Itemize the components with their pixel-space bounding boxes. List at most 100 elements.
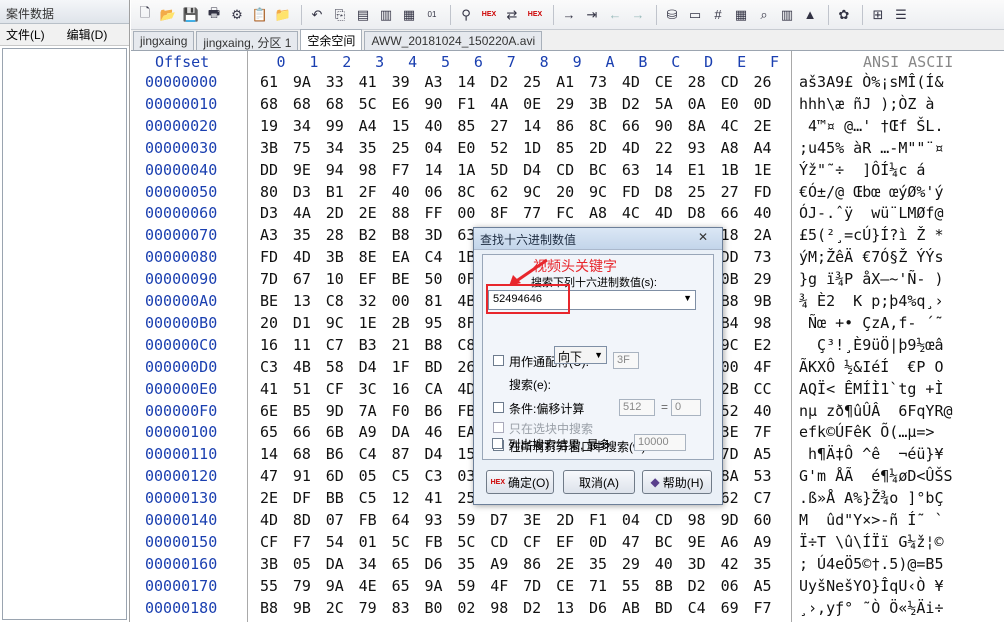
hex-byte[interactable]: 06: [718, 577, 742, 595]
hex-byte[interactable]: 51: [290, 380, 314, 398]
hex-byte[interactable]: 25: [389, 139, 413, 157]
hash-icon[interactable]: #: [708, 5, 728, 25]
hex-byte[interactable]: 98: [487, 599, 511, 617]
ascii-text[interactable]: AQÏ< ÊMÍÌ1`tg +Ì: [799, 380, 944, 398]
hex-byte[interactable]: 79: [290, 577, 314, 595]
hex-byte[interactable]: 0A: [685, 95, 709, 113]
hex-byte[interactable]: 8C: [454, 183, 478, 201]
hex-byte[interactable]: 2E: [356, 204, 380, 222]
chevron-down-icon[interactable]: ▼: [683, 293, 692, 303]
hex-byte[interactable]: 99: [323, 117, 347, 135]
hex-byte[interactable]: 73: [586, 73, 610, 91]
selection-only-checkbox[interactable]: [493, 422, 504, 433]
hex-byte[interactable]: 64: [389, 511, 413, 529]
hex-byte[interactable]: 27: [718, 183, 742, 201]
ascii-text[interactable]: Ýž"˜÷ ]ÔÍ¼c á: [799, 161, 925, 179]
back-icon[interactable]: ←: [605, 5, 625, 25]
hex-byte[interactable]: FB: [356, 511, 380, 529]
hex-byte[interactable]: D3: [290, 183, 314, 201]
ascii-text[interactable]: }g ï¾P åX–~'Ñ- ): [799, 270, 944, 288]
menu-file[interactable]: 文件(L): [6, 26, 45, 43]
hex-byte[interactable]: 0D: [586, 533, 610, 551]
hex-byte[interactable]: 73: [751, 248, 775, 266]
hex-byte[interactable]: 90: [652, 117, 676, 135]
hex-byte[interactable]: DF: [290, 489, 314, 507]
hex-byte[interactable]: 2A: [751, 226, 775, 244]
hex-byte[interactable]: C8: [323, 292, 347, 310]
hex-byte[interactable]: C4: [356, 445, 380, 463]
ascii-text[interactable]: hhh\æ ñJ );ÒZ à: [799, 95, 934, 113]
hex-byte[interactable]: 94: [323, 161, 347, 179]
hex-byte[interactable]: 59: [454, 577, 478, 595]
hex-byte[interactable]: D2: [619, 95, 643, 113]
hex-byte[interactable]: 41: [422, 489, 446, 507]
hex-byte[interactable]: BD: [652, 599, 676, 617]
hex-byte[interactable]: 35: [356, 139, 380, 157]
hex-byte[interactable]: 9C: [586, 183, 610, 201]
hex-byte[interactable]: 98: [356, 161, 380, 179]
hex-byte[interactable]: 3B: [257, 555, 281, 573]
paste-hex-icon[interactable]: ▦: [399, 5, 419, 25]
hex-byte[interactable]: 46: [422, 423, 446, 441]
window-grid-icon[interactable]: ⊞: [868, 5, 888, 25]
hex-byte[interactable]: 4B: [290, 358, 314, 376]
hex-byte[interactable]: 12: [389, 489, 413, 507]
hex-byte[interactable]: D7: [487, 511, 511, 529]
hex-byte[interactable]: EF: [553, 533, 577, 551]
forward-icon[interactable]: →: [628, 5, 648, 25]
hex-byte[interactable]: 2E: [257, 489, 281, 507]
hex-byte[interactable]: 85: [454, 117, 478, 135]
hex-byte[interactable]: 40: [751, 204, 775, 222]
help-button[interactable]: ◆ 帮助(H): [642, 470, 712, 494]
hex-byte[interactable]: C7: [323, 336, 347, 354]
ascii-text[interactable]: ; Ú4eÖ5©†.5)@=B5: [799, 555, 944, 573]
find-binoculars-icon[interactable]: ⚲: [456, 5, 476, 25]
hex-byte[interactable]: 5C: [356, 95, 380, 113]
hex-byte[interactable]: EA: [389, 248, 413, 266]
hex-byte[interactable]: 71: [586, 577, 610, 595]
hex-byte[interactable]: E0: [454, 139, 478, 157]
highlight-icon[interactable]: ▲: [800, 5, 820, 25]
hex-byte[interactable]: 25: [520, 73, 544, 91]
hex-byte[interactable]: 06: [422, 183, 446, 201]
hex-byte[interactable]: 52: [487, 139, 511, 157]
properties-icon[interactable]: ⚙: [227, 5, 247, 25]
hex-byte[interactable]: 13: [290, 292, 314, 310]
window-list-icon[interactable]: ☰: [891, 5, 911, 25]
new-file-icon[interactable]: 🗋: [135, 5, 155, 25]
hex-byte[interactable]: 34: [356, 555, 380, 573]
open-disk-icon[interactable]: 📁: [273, 5, 293, 25]
ascii-text[interactable]: Ñœ +• ÇzA,f- ´˜: [799, 314, 943, 332]
hex-byte[interactable]: 07: [323, 511, 347, 529]
hex-byte[interactable]: BE: [257, 292, 281, 310]
hex-byte[interactable]: 3B: [323, 248, 347, 266]
hex-byte[interactable]: 98: [685, 511, 709, 529]
hex-byte[interactable]: 5C: [454, 533, 478, 551]
hex-byte[interactable]: 53: [751, 467, 775, 485]
hex-byte[interactable]: F7: [751, 599, 775, 617]
ascii-text[interactable]: efk©ÚFêK Õ(…µ=>: [799, 423, 944, 441]
hex-byte[interactable]: 55: [257, 577, 281, 595]
hex-byte[interactable]: 1A: [454, 161, 478, 179]
hex-byte[interactable]: 8E: [356, 248, 380, 266]
hex-byte[interactable]: 2D: [553, 511, 577, 529]
hex-byte[interactable]: 40: [751, 402, 775, 420]
hex-byte[interactable]: A4: [356, 117, 380, 135]
ascii-text[interactable]: ¸›,yƒ° ˜Ò Ö«½Äi÷: [799, 599, 944, 617]
hex-byte[interactable]: 6D: [323, 467, 347, 485]
ascii-text[interactable]: G'm ÅÃ é¶¼øD<ÛŠS: [799, 467, 953, 485]
copy-block-icon[interactable]: ▤: [353, 5, 373, 25]
hex-byte[interactable]: 4D: [652, 204, 676, 222]
direction-select[interactable]: 向下 ▼: [554, 346, 607, 364]
replace-icon[interactable]: ⇄: [502, 5, 522, 25]
hex-byte[interactable]: 69: [718, 599, 742, 617]
hex-byte[interactable]: 8F: [487, 204, 511, 222]
hex-byte[interactable]: 02: [454, 599, 478, 617]
hex-byte[interactable]: D4: [520, 161, 544, 179]
hex-byte[interactable]: A6: [718, 533, 742, 551]
hex-byte[interactable]: D6: [586, 599, 610, 617]
hex-byte[interactable]: 3B: [586, 95, 610, 113]
hex-byte[interactable]: E6: [389, 95, 413, 113]
hex-byte[interactable]: AB: [619, 599, 643, 617]
hex-byte[interactable]: CD: [553, 161, 577, 179]
